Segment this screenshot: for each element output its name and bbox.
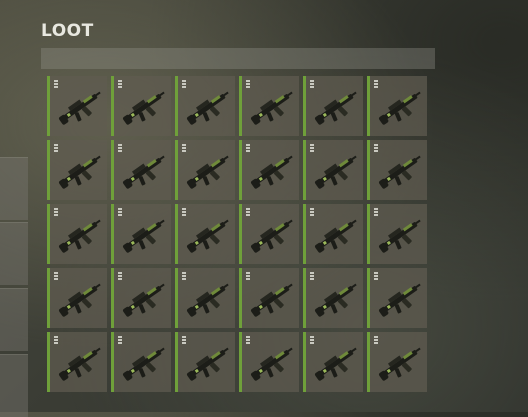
assault-rifle-icon bbox=[376, 146, 426, 196]
assault-rifle-icon bbox=[376, 274, 426, 324]
inventory-slot[interactable] bbox=[111, 76, 171, 136]
inventory-slot[interactable] bbox=[303, 76, 363, 136]
inventory-slot[interactable] bbox=[367, 140, 427, 200]
inventory-slot[interactable] bbox=[303, 140, 363, 200]
assault-rifle-icon bbox=[120, 274, 170, 324]
assault-rifle-icon bbox=[312, 338, 362, 388]
inventory-slot[interactable] bbox=[239, 140, 299, 200]
inventory-slot[interactable] bbox=[303, 204, 363, 264]
assault-rifle-icon bbox=[376, 82, 426, 132]
assault-rifle-icon bbox=[184, 210, 234, 260]
inventory-slot[interactable] bbox=[175, 204, 235, 264]
inventory-slot[interactable] bbox=[175, 268, 235, 328]
inventory-slot[interactable] bbox=[239, 332, 299, 392]
assault-rifle-icon bbox=[120, 210, 170, 260]
inventory-slot[interactable] bbox=[303, 268, 363, 328]
assault-rifle-icon bbox=[248, 274, 298, 324]
side-tab[interactable] bbox=[0, 288, 28, 351]
assault-rifle-icon bbox=[184, 146, 234, 196]
inventory-slot[interactable] bbox=[239, 268, 299, 328]
assault-rifle-icon bbox=[56, 338, 106, 388]
panel-header-bar bbox=[41, 48, 435, 69]
assault-rifle-icon bbox=[248, 210, 298, 260]
inventory-slot[interactable] bbox=[111, 268, 171, 328]
assault-rifle-icon bbox=[248, 82, 298, 132]
assault-rifle-icon bbox=[312, 82, 362, 132]
assault-rifle-icon bbox=[56, 146, 106, 196]
assault-rifle-icon bbox=[376, 210, 426, 260]
inventory-slot[interactable] bbox=[175, 332, 235, 392]
inventory-slot[interactable] bbox=[111, 332, 171, 392]
inventory-slot[interactable] bbox=[367, 332, 427, 392]
inventory-slot[interactable] bbox=[367, 268, 427, 328]
assault-rifle-icon bbox=[120, 146, 170, 196]
side-tab[interactable] bbox=[0, 157, 28, 220]
side-tab[interactable] bbox=[0, 222, 28, 285]
inventory-slot[interactable] bbox=[239, 76, 299, 136]
assault-rifle-icon bbox=[248, 146, 298, 196]
inventory-slot[interactable] bbox=[303, 332, 363, 392]
inventory-slot[interactable] bbox=[175, 76, 235, 136]
inventory-slot[interactable] bbox=[111, 140, 171, 200]
inventory-slot[interactable] bbox=[47, 332, 107, 392]
inventory-slot[interactable] bbox=[47, 76, 107, 136]
assault-rifle-icon bbox=[248, 338, 298, 388]
assault-rifle-icon bbox=[312, 146, 362, 196]
assault-rifle-icon bbox=[56, 274, 106, 324]
inventory-slot[interactable] bbox=[239, 204, 299, 264]
assault-rifle-icon bbox=[312, 274, 362, 324]
inventory-slot[interactable] bbox=[367, 204, 427, 264]
panel-title: LOOT bbox=[41, 21, 94, 41]
assault-rifle-icon bbox=[184, 274, 234, 324]
inventory-slot[interactable] bbox=[47, 140, 107, 200]
assault-rifle-icon bbox=[120, 82, 170, 132]
assault-rifle-icon bbox=[184, 82, 234, 132]
assault-rifle-icon bbox=[184, 338, 234, 388]
inventory-slot[interactable] bbox=[47, 204, 107, 264]
assault-rifle-icon bbox=[376, 338, 426, 388]
loot-grid bbox=[47, 76, 427, 392]
assault-rifle-icon bbox=[56, 210, 106, 260]
side-tab[interactable] bbox=[0, 354, 28, 417]
inventory-slot[interactable] bbox=[367, 76, 427, 136]
inventory-slot[interactable] bbox=[175, 140, 235, 200]
inventory-slot[interactable] bbox=[47, 268, 107, 328]
inventory-slot[interactable] bbox=[111, 204, 171, 264]
assault-rifle-icon bbox=[312, 210, 362, 260]
assault-rifle-icon bbox=[120, 338, 170, 388]
assault-rifle-icon bbox=[56, 82, 106, 132]
